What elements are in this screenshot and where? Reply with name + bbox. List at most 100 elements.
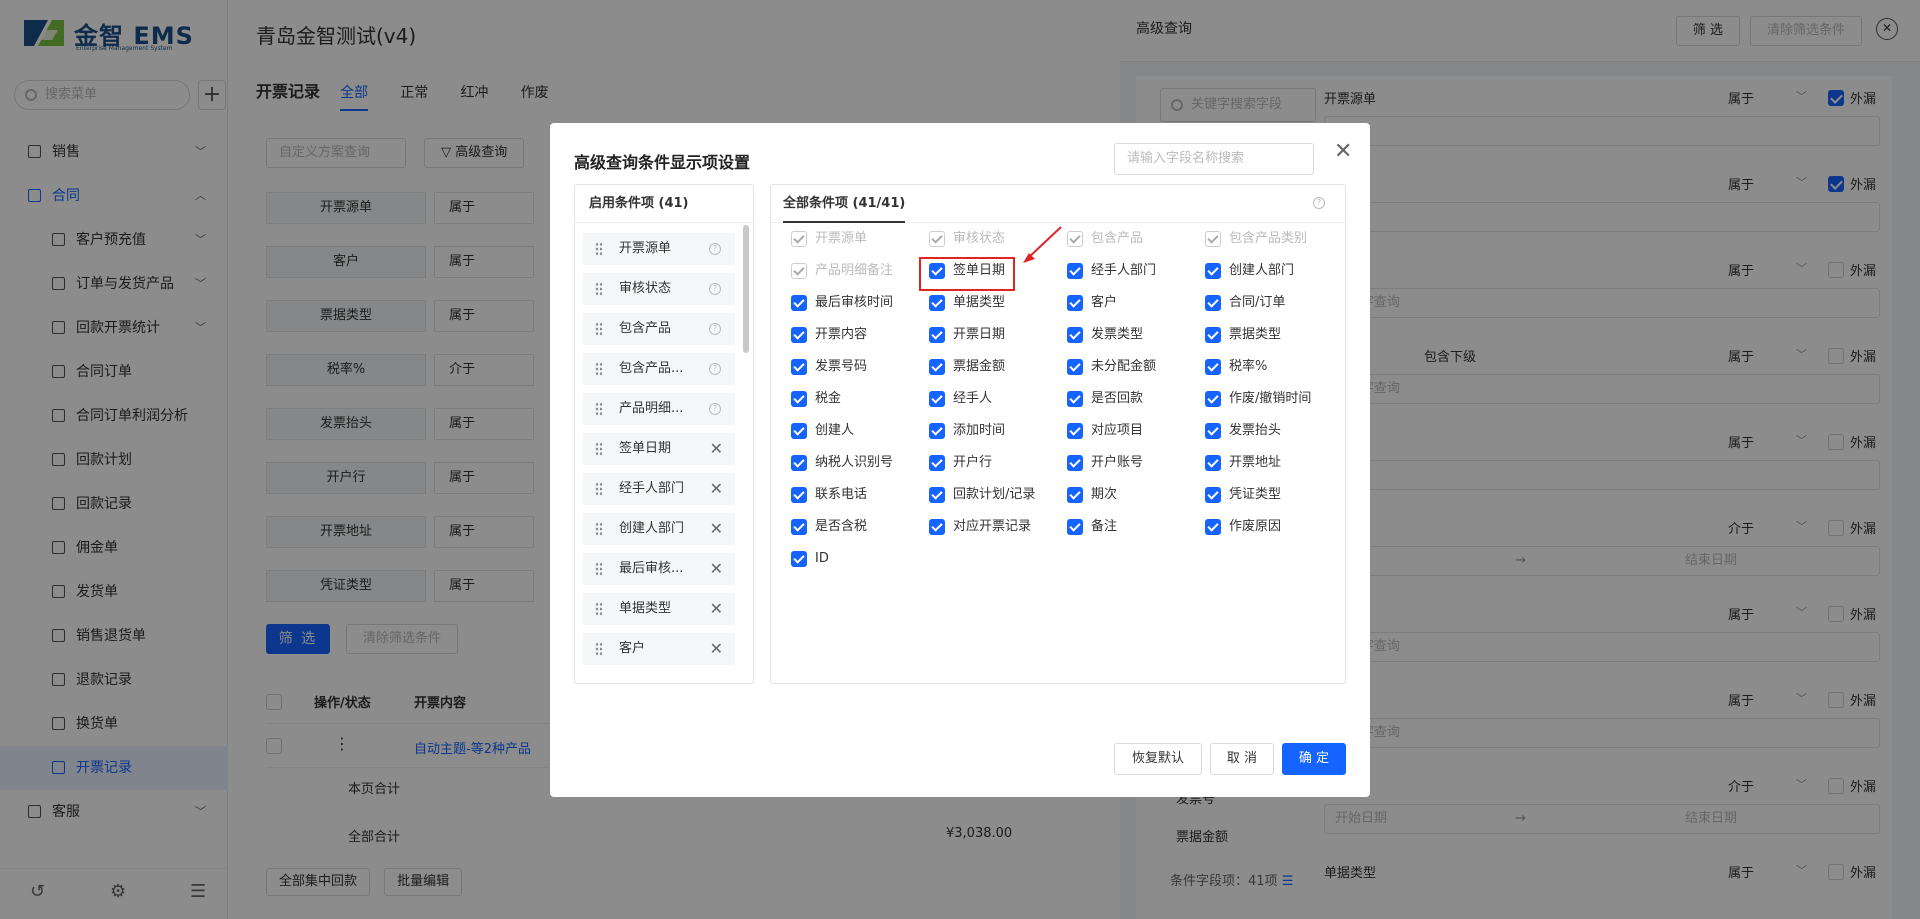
checkbox-checked-icon: [1067, 295, 1083, 311]
enabled-condition-item[interactable]: 创建人部门 ✕: [583, 513, 735, 545]
condition-checkbox[interactable]: ID: [791, 550, 829, 570]
condition-checkbox-label: 开票地址: [1229, 455, 1282, 470]
drag-handle-icon[interactable]: [595, 482, 603, 496]
help-icon: ?: [709, 283, 721, 295]
enabled-conditions-title: 启用条件项 (41): [575, 185, 753, 223]
enabled-condition-item[interactable]: 签单日期 ✕: [583, 433, 735, 465]
remove-icon[interactable]: ✕: [710, 593, 723, 625]
enabled-condition-item[interactable]: 产品明细...?: [583, 393, 735, 425]
condition-checkbox[interactable]: 开票日期: [929, 326, 1005, 346]
enabled-condition-item[interactable]: 客户 ✕: [583, 633, 735, 665]
condition-checkbox-label: 回款计划/记录: [953, 487, 1036, 502]
condition-checkbox-label: 备注: [1091, 519, 1118, 534]
field-search-input[interactable]: 请输入字段名称搜索: [1114, 143, 1314, 175]
drag-handle-icon[interactable]: [595, 442, 603, 456]
condition-checkbox[interactable]: 开户账号: [1067, 454, 1143, 474]
condition-checkbox[interactable]: 作废/撤销时间: [1205, 390, 1311, 410]
condition-checkbox-label: 产品明细备注: [815, 263, 894, 278]
checkbox-checked-icon: [791, 295, 807, 311]
condition-checkbox[interactable]: 对应开票记录: [929, 518, 1031, 538]
drag-handle-icon[interactable]: [595, 362, 603, 376]
condition-checkbox: 包含产品类别: [1205, 230, 1307, 250]
all-conditions-title: 全部条件项 (41/41): [783, 185, 906, 223]
condition-checkbox[interactable]: 凭证类型: [1205, 486, 1281, 506]
enabled-condition-item[interactable]: 包含产品...?: [583, 353, 735, 385]
condition-checkbox[interactable]: 开票地址: [1205, 454, 1281, 474]
condition-checkbox[interactable]: 票据类型: [1205, 326, 1281, 346]
condition-checkbox-label: 签单日期: [953, 263, 1006, 278]
condition-checkbox[interactable]: 回款计划/记录: [929, 486, 1035, 506]
remove-icon[interactable]: ✕: [710, 433, 723, 465]
condition-checkbox[interactable]: 发票类型: [1067, 326, 1143, 346]
condition-checkbox[interactable]: 添加时间: [929, 422, 1005, 442]
drag-handle-icon[interactable]: [595, 522, 603, 536]
close-icon[interactable]: ✕: [1334, 141, 1352, 163]
condition-checkbox[interactable]: 发票号码: [791, 358, 867, 378]
checkbox-checked-icon: [929, 519, 945, 535]
condition-checkbox-label: 开票源单: [815, 231, 868, 246]
checkbox-checked-icon: [1205, 231, 1221, 247]
condition-checkbox[interactable]: 最后审核时间: [791, 294, 893, 314]
restore-default-button[interactable]: 恢复默认: [1114, 743, 1202, 775]
condition-checkbox[interactable]: 纳税人识别号: [791, 454, 893, 474]
drag-handle-icon[interactable]: [595, 402, 603, 416]
enabled-condition-label: 最后审核...: [619, 561, 684, 576]
checkbox-checked-icon: [791, 231, 807, 247]
condition-checkbox[interactable]: 是否回款: [1067, 390, 1143, 410]
checkbox-checked-icon: [929, 359, 945, 375]
checkbox-checked-icon: [1067, 359, 1083, 375]
cancel-button[interactable]: 取 消: [1210, 743, 1274, 775]
condition-checkbox[interactable]: 是否含税: [791, 518, 867, 538]
condition-checkbox-label: 对应开票记录: [953, 519, 1032, 534]
condition-checkbox[interactable]: 对应项目: [1067, 422, 1143, 442]
condition-checkbox[interactable]: 税金: [791, 390, 841, 410]
condition-checkbox[interactable]: 创建人部门: [1205, 262, 1294, 282]
condition-checkbox[interactable]: 签单日期: [929, 262, 1005, 282]
condition-checkbox[interactable]: 单据类型: [929, 294, 1005, 314]
condition-checkbox[interactable]: 开户行: [929, 454, 992, 474]
condition-checkbox[interactable]: 税率%: [1205, 358, 1267, 378]
enabled-condition-item[interactable]: 审核状态?: [583, 273, 735, 305]
checkbox-checked-icon: [791, 423, 807, 439]
condition-checkbox-label: 包含产品类别: [1229, 231, 1308, 246]
condition-checkbox[interactable]: 创建人: [791, 422, 854, 442]
remove-icon[interactable]: ✕: [710, 513, 723, 545]
condition-checkbox[interactable]: 作废原因: [1205, 518, 1281, 538]
condition-checkbox[interactable]: 票据金额: [929, 358, 1005, 378]
condition-checkbox-label: 创建人部门: [1229, 263, 1295, 278]
drag-handle-icon[interactable]: [595, 282, 603, 296]
condition-checkbox[interactable]: 期次: [1067, 486, 1117, 506]
condition-checkbox[interactable]: 未分配金额: [1067, 358, 1156, 378]
condition-checkbox[interactable]: 合同/订单: [1205, 294, 1285, 314]
condition-checkbox[interactable]: 经手人: [929, 390, 992, 410]
drag-handle-icon[interactable]: [595, 322, 603, 336]
condition-checkbox[interactable]: 客户: [1067, 294, 1117, 314]
remove-icon[interactable]: ✕: [710, 633, 723, 665]
enabled-condition-label: 审核状态: [619, 281, 672, 296]
enabled-condition-item[interactable]: 经手人部门 ✕: [583, 473, 735, 505]
enabled-condition-item[interactable]: 最后审核... ✕: [583, 553, 735, 585]
drag-handle-icon[interactable]: [595, 242, 603, 256]
checkbox-checked-icon: [791, 359, 807, 375]
condition-checkbox-label: 纳税人识别号: [815, 455, 894, 470]
drag-handle-icon[interactable]: [595, 562, 603, 576]
remove-icon[interactable]: ✕: [710, 473, 723, 505]
help-icon[interactable]: ?: [1313, 197, 1325, 209]
enabled-condition-item[interactable]: 包含产品?: [583, 313, 735, 345]
condition-checkbox[interactable]: 经手人部门: [1067, 262, 1156, 282]
drag-handle-icon[interactable]: [595, 642, 603, 656]
condition-checkbox[interactable]: 备注: [1067, 518, 1117, 538]
condition-checkbox-label: 开票日期: [953, 327, 1006, 342]
drag-handle-icon[interactable]: [595, 602, 603, 616]
scrollbar[interactable]: [743, 225, 749, 353]
confirm-button[interactable]: 确 定: [1282, 743, 1346, 775]
enabled-condition-item[interactable]: 单据类型 ✕: [583, 593, 735, 625]
condition-checkbox[interactable]: 发票抬头: [1205, 422, 1281, 442]
remove-icon[interactable]: ✕: [710, 553, 723, 585]
enabled-condition-label: 开票源单: [619, 241, 672, 256]
checkbox-checked-icon: [791, 327, 807, 343]
enabled-condition-item[interactable]: 开票源单?: [583, 233, 735, 265]
condition-checkbox-label: ID: [815, 551, 829, 566]
condition-checkbox[interactable]: 联系电话: [791, 486, 867, 506]
condition-checkbox[interactable]: 开票内容: [791, 326, 867, 346]
